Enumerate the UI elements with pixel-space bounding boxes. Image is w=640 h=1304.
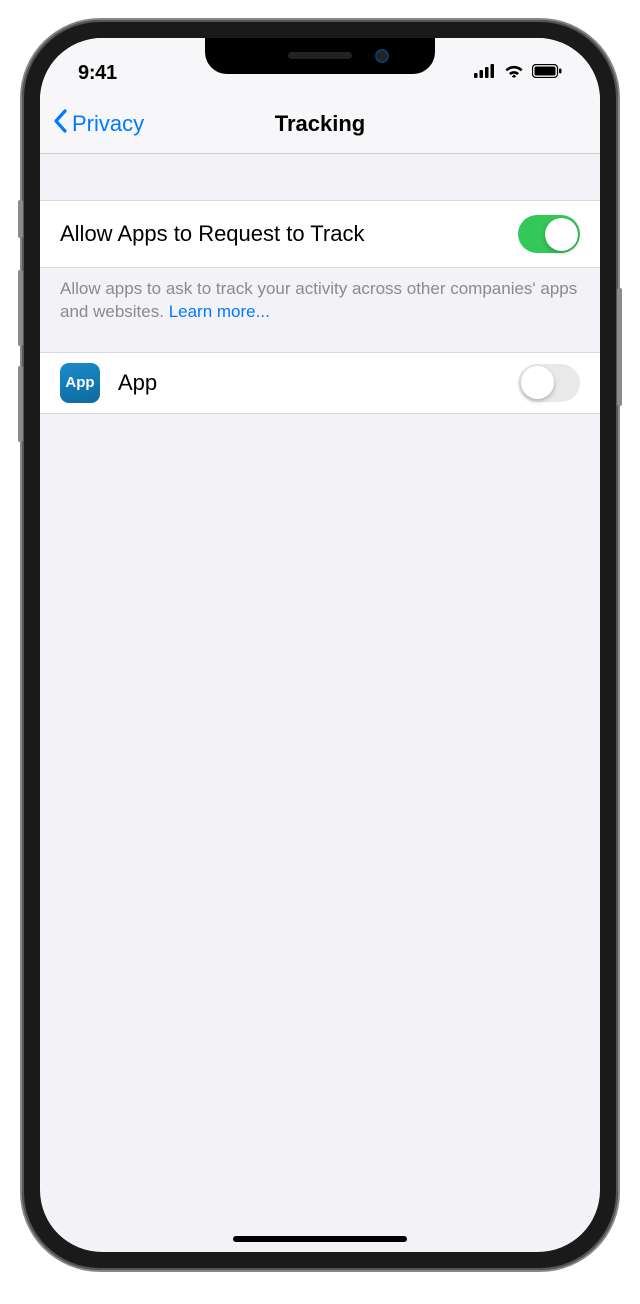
- app-tracking-toggle[interactable]: [518, 364, 580, 402]
- cellular-icon: [474, 64, 496, 83]
- app-name: App: [118, 370, 157, 396]
- speaker-grille: [288, 52, 352, 59]
- back-label: Privacy: [72, 111, 144, 137]
- power-button: [617, 288, 622, 406]
- allow-tracking-toggle[interactable]: [518, 215, 580, 253]
- phone-frame: 9:41 Privacy Tracking: [22, 20, 618, 1270]
- allow-tracking-label: Allow Apps to Request to Track: [60, 221, 365, 247]
- silence-switch: [18, 200, 23, 238]
- nav-bar: Privacy Tracking: [40, 94, 600, 154]
- screen: 9:41 Privacy Tracking: [40, 38, 600, 1252]
- battery-icon: [532, 64, 562, 83]
- back-button[interactable]: Privacy: [52, 109, 144, 139]
- volume-down-button: [18, 366, 23, 442]
- wifi-icon: [503, 63, 525, 83]
- volume-up-button: [18, 270, 23, 346]
- status-time: 9:41: [78, 62, 117, 85]
- notch: [205, 38, 435, 74]
- chevron-left-icon: [52, 109, 68, 139]
- app-row: App App: [40, 352, 600, 414]
- learn-more-link[interactable]: Learn more...: [169, 302, 270, 321]
- content-area: Allow Apps to Request to Track Allow app…: [40, 154, 600, 414]
- allow-tracking-row: Allow Apps to Request to Track: [40, 200, 600, 268]
- section-footer: Allow apps to ask to track your activity…: [40, 268, 600, 352]
- home-indicator[interactable]: [233, 1236, 407, 1242]
- front-camera: [375, 49, 389, 63]
- app-icon: App: [60, 363, 100, 403]
- footer-text: Allow apps to ask to track your activity…: [60, 279, 577, 321]
- status-icons: [474, 63, 562, 83]
